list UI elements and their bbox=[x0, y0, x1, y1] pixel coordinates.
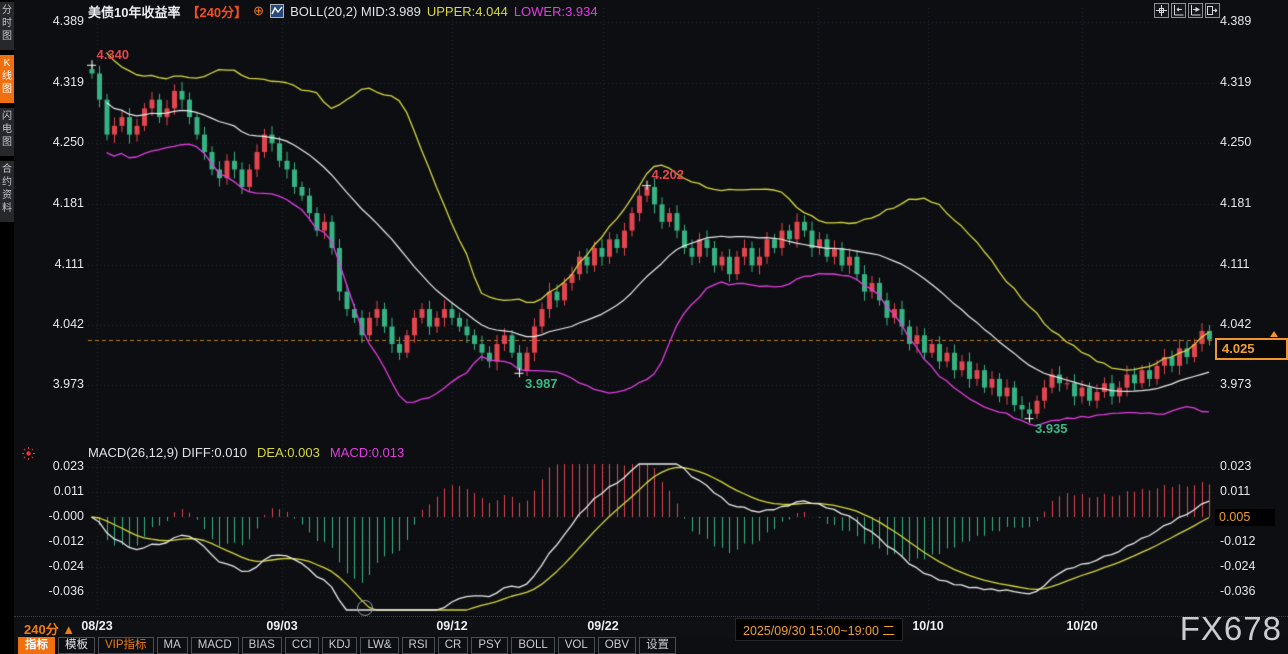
period-tag: 【240分】 bbox=[186, 2, 247, 21]
extreme-low-annotation: 3.935 bbox=[1035, 421, 1068, 436]
symbol-title: 美债10年收益率 bbox=[88, 2, 180, 21]
x-axis-label: 10/10 bbox=[912, 619, 943, 633]
macd-tick-right: -0.012 bbox=[1220, 534, 1266, 548]
macd-tick-left: -0.000 bbox=[38, 509, 84, 523]
pan-right-button[interactable] bbox=[1205, 3, 1220, 18]
macd-tick-right: 0.023 bbox=[1220, 459, 1266, 473]
toolbar-button-vol[interactable]: VOL bbox=[558, 637, 595, 654]
x-axis-label: 08/23 bbox=[81, 619, 112, 633]
macd-header: MACD(26,12,9) DIFF:0.010 DEA:0.003 MACD:… bbox=[88, 445, 404, 460]
macd-tick-left: -0.024 bbox=[38, 559, 84, 573]
toolbar-button-[interactable]: 设置 bbox=[639, 637, 676, 654]
extreme-high-annotation: 4.340 bbox=[97, 47, 130, 62]
macd-tick-left: 0.023 bbox=[38, 459, 84, 473]
boll-upper-label: UPPER:4.044 bbox=[427, 4, 508, 19]
price-tick-right: 4.181 bbox=[1220, 196, 1266, 210]
macd-tick-left: 0.011 bbox=[38, 484, 84, 498]
sidebar-tab-1[interactable]: 分时图 bbox=[0, 2, 14, 50]
mini-chart-icon bbox=[270, 4, 284, 18]
price-tick-right: 4.389 bbox=[1220, 14, 1266, 28]
watermark: FX678 bbox=[1180, 610, 1282, 648]
x-axis-label: 09/12 bbox=[436, 619, 467, 633]
price-tick-right: 3.973 bbox=[1220, 377, 1266, 391]
price-tick-right: 4.042 bbox=[1220, 317, 1266, 331]
candlestick-macd-canvas[interactable] bbox=[0, 0, 1288, 654]
macd-tick-right: 0.011 bbox=[1220, 484, 1266, 498]
alert-blink-icon bbox=[22, 447, 35, 465]
x-axis-label: 09/22 bbox=[587, 619, 618, 633]
crosshair-date-readout: 2025/09/30 15:00~19:00 二 bbox=[735, 618, 903, 641]
macd-tick-right: -0.024 bbox=[1220, 559, 1266, 573]
toolbar-button-rsi[interactable]: RSI bbox=[402, 637, 435, 654]
macd-macd-label: MACD:0.013 bbox=[330, 445, 404, 460]
macd-title: MACD(26,12,9) DIFF:0.010 bbox=[88, 445, 247, 460]
toolbar-button-cci[interactable]: CCI bbox=[285, 637, 319, 654]
price-tick-left: 4.042 bbox=[38, 317, 84, 331]
price-tick-left: 4.250 bbox=[38, 135, 84, 149]
zoom-in-button[interactable] bbox=[1188, 3, 1203, 18]
price-tick-left: 4.389 bbox=[38, 14, 84, 28]
x-axis-row: 240分 ▲ 08/23 09/03 09/12 09/22 10/10 10/20 20… bbox=[14, 616, 1288, 638]
macd-dea-label: DEA:0.003 bbox=[257, 445, 320, 460]
indicator-settings-icon[interactable]: ⊕ bbox=[253, 3, 264, 19]
price-tick-right: 4.250 bbox=[1220, 135, 1266, 149]
extreme-low-annotation: 3.987 bbox=[525, 376, 558, 391]
chart-tool-buttons bbox=[1154, 3, 1220, 18]
period-selector[interactable]: 240分 ▲ bbox=[24, 619, 75, 638]
toolbar-button-bias[interactable]: BIAS bbox=[242, 637, 282, 654]
toolbar-button-cr[interactable]: CR bbox=[438, 637, 469, 654]
sidebar-tab-4[interactable]: 合约资料 bbox=[0, 161, 14, 222]
toolbar-button-[interactable]: 模板 bbox=[58, 637, 95, 654]
indicator-toolbar: 指标模板VIP指标MAMACDBIASCCIKDJLW&RSICRPSYBOLL… bbox=[18, 637, 676, 654]
extreme-high-annotation: 4.202 bbox=[652, 167, 685, 182]
toolbar-button-psy[interactable]: PSY bbox=[471, 637, 508, 654]
toolbar-button-ma[interactable]: MA bbox=[157, 637, 188, 654]
current-price-badge: 4.025 bbox=[1215, 338, 1288, 360]
price-tick-left: 4.319 bbox=[38, 75, 84, 89]
crosshair-button[interactable] bbox=[1154, 3, 1169, 18]
sidebar-tab-3[interactable]: 闪电图 bbox=[0, 108, 14, 156]
x-axis-label: 09/03 bbox=[266, 619, 297, 633]
toolbar-button-obv[interactable]: OBV bbox=[598, 637, 636, 654]
macd-tick-left: -0.012 bbox=[38, 534, 84, 548]
toolbar-button-lw[interactable]: LW& bbox=[360, 637, 398, 654]
zoom-out-button[interactable] bbox=[1171, 3, 1186, 18]
boll-label: BOLL(20,2) MID:3.989 bbox=[290, 4, 421, 19]
toolbar-button-[interactable]: 指标 bbox=[18, 637, 55, 654]
price-tick-right: 4.111 bbox=[1220, 257, 1266, 271]
macd-tick-left: -0.036 bbox=[38, 584, 84, 598]
price-tick-left: 3.973 bbox=[38, 377, 84, 391]
price-tick-right: 4.319 bbox=[1220, 75, 1266, 89]
toolbar-button-kdj[interactable]: KDJ bbox=[322, 637, 358, 654]
price-tick-left: 4.111 bbox=[38, 257, 84, 271]
toolbar-button-vip[interactable]: VIP指标 bbox=[98, 637, 154, 654]
chart-header: 美债10年收益率 【240分】 ⊕ BOLL(20,2) MID:3.989 U… bbox=[88, 3, 598, 19]
price-tick-left: 4.181 bbox=[38, 196, 84, 210]
x-axis-label: 10/20 bbox=[1066, 619, 1097, 633]
macd-current-badge: 0.005 bbox=[1215, 509, 1275, 526]
chart-window: 分时图 K线图闪电图合约资料 美债10年收益率 【240分】 ⊕ BOLL(20,… bbox=[0, 0, 1288, 654]
toolbar-button-macd[interactable]: MACD bbox=[191, 637, 239, 654]
sidebar-tab-2[interactable]: K线图 bbox=[0, 55, 14, 103]
boll-lower-label: LOWER:3.934 bbox=[514, 4, 598, 19]
chart-type-sidebar: 分时图 K线图闪电图合约资料 bbox=[0, 0, 14, 654]
toolbar-button-boll[interactable]: BOLL bbox=[511, 637, 554, 654]
macd-tick-right: -0.036 bbox=[1220, 584, 1266, 598]
